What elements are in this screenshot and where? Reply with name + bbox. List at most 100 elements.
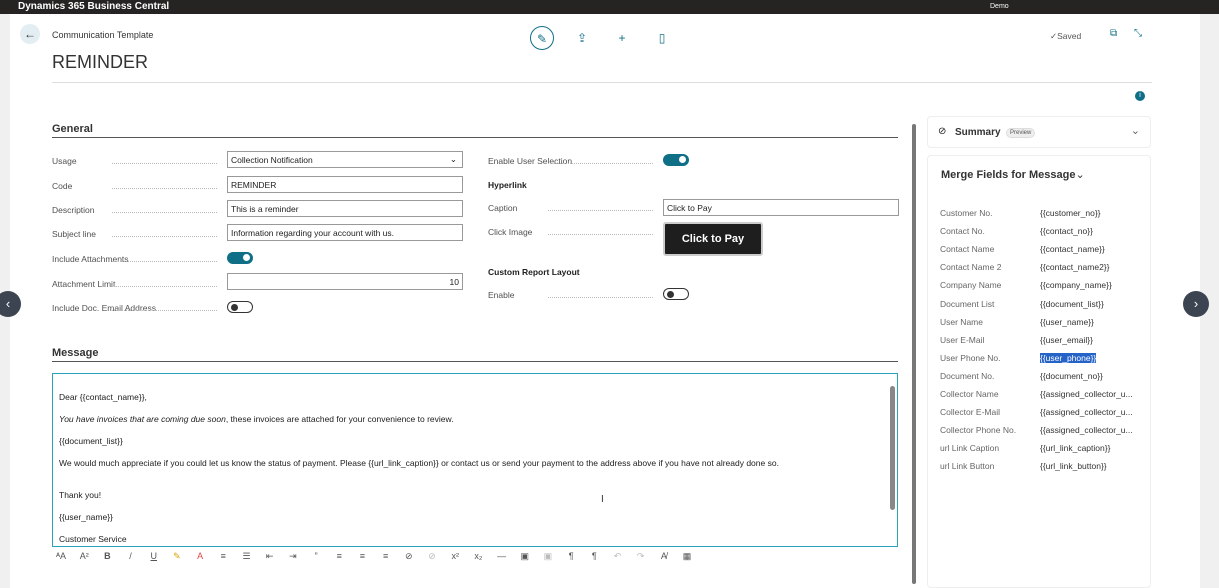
merge-field-value[interactable]: {{contact_name}} bbox=[1040, 244, 1105, 254]
align-center-icon[interactable]: ≡ bbox=[353, 551, 371, 561]
custom-report-heading: Custom Report Layout bbox=[488, 267, 580, 277]
caption-input[interactable]: Click to Pay bbox=[663, 199, 899, 216]
collapse-icon[interactable]: ⤡ bbox=[1134, 28, 1142, 39]
underline-icon[interactable]: U bbox=[145, 551, 163, 561]
merge-field-value[interactable]: {{url_link_caption}} bbox=[1040, 443, 1110, 453]
clear-format-icon[interactable]: A̸ bbox=[655, 551, 673, 561]
merge-field-value[interactable]: {{assigned_collector_u... bbox=[1040, 389, 1133, 399]
merge-field-value[interactable]: {{contact_no}} bbox=[1040, 226, 1093, 236]
share-icon[interactable]: ⇪ bbox=[570, 26, 594, 50]
summary-icon: ⊘ bbox=[938, 126, 947, 137]
usage-select[interactable]: Collection Notification ⌄ bbox=[227, 151, 463, 168]
ltr-icon[interactable]: ¶ bbox=[562, 551, 580, 561]
merge-field-label: Document List bbox=[940, 298, 995, 309]
table-icon[interactable]: ▦ bbox=[678, 551, 696, 562]
merge-field-value[interactable]: {{document_no}} bbox=[1040, 371, 1103, 381]
redo-icon[interactable]: ↷ bbox=[632, 551, 650, 562]
message-line: {{user_name}} bbox=[59, 512, 113, 522]
app-topbar: Dynamics 365 Business Central Demo bbox=[0, 0, 1219, 14]
strikethrough-icon[interactable]: — bbox=[493, 551, 511, 561]
undo-icon[interactable]: ↶ bbox=[609, 551, 627, 562]
highlight-icon[interactable]: ✎ bbox=[168, 551, 186, 562]
merge-field-value[interactable]: {{assigned_collector_u... bbox=[1040, 407, 1133, 417]
subject-input[interactable]: Information regarding your account with … bbox=[227, 224, 463, 241]
editor-toolbar: ᴬA A² B / U ✎ A ≡ ☰ ⇤ ⇥ ” ≡ ≡ ≡ ⊘ ⊘ x² x₂ — ▣ ▣ ¶ ¶ ↶ ↷ A̸ ▦ bbox=[52, 551, 701, 562]
font-color-icon[interactable]: A bbox=[191, 551, 209, 561]
image-edit-icon[interactable]: ▣ bbox=[539, 551, 557, 562]
click-image-label: Click Image bbox=[488, 227, 658, 237]
summary-title: Summary bbox=[955, 127, 1001, 138]
merge-field-label: Contact No. bbox=[940, 226, 985, 237]
message-heading: Message bbox=[52, 347, 99, 359]
font-style-icon[interactable]: A² bbox=[75, 551, 93, 561]
usage-label: Usage bbox=[52, 156, 222, 166]
unlink-icon[interactable]: ⊘ bbox=[423, 551, 441, 562]
merge-field-label: User Phone No. bbox=[940, 352, 1001, 363]
subscript-icon[interactable]: x₂ bbox=[469, 551, 487, 561]
align-left-icon[interactable]: ≡ bbox=[330, 551, 348, 561]
text-cursor-icon: I bbox=[601, 494, 604, 505]
bullet-list-icon[interactable]: ≡ bbox=[214, 551, 232, 561]
chevron-down-icon[interactable]: ⌄ bbox=[1131, 124, 1140, 137]
merge-field-label: Contact Name 2 bbox=[940, 262, 1002, 273]
divider bbox=[52, 137, 898, 138]
align-right-icon[interactable]: ≡ bbox=[377, 551, 395, 561]
message-text: , these invoices are attached for your c… bbox=[225, 414, 454, 424]
summary-panel[interactable]: ⊘ Summary Preview ⌄ bbox=[927, 116, 1151, 148]
page-scrollbar[interactable] bbox=[912, 124, 916, 584]
code-input[interactable]: REMINDER bbox=[227, 176, 463, 193]
custom-report-enable-toggle[interactable] bbox=[663, 288, 689, 300]
message-line: You have invoices that are coming due so… bbox=[59, 414, 891, 424]
merge-field-value[interactable]: {{assigned_collector_u... bbox=[1040, 425, 1133, 435]
include-doc-email-label: Include Doc. Email Address bbox=[52, 303, 222, 313]
message-line: We would much appreciate if you could le… bbox=[59, 458, 779, 468]
merge-field-value[interactable]: {{user_name}} bbox=[1040, 317, 1094, 327]
include-attachments-toggle[interactable] bbox=[227, 252, 253, 264]
info-icon[interactable]: i bbox=[1135, 91, 1145, 101]
description-input[interactable]: This is a reminder bbox=[227, 200, 463, 217]
company-name[interactable]: Demo bbox=[990, 3, 1009, 10]
italic-icon[interactable]: / bbox=[122, 551, 140, 561]
description-label: Description bbox=[52, 205, 222, 215]
numbered-list-icon[interactable]: ☰ bbox=[238, 551, 256, 562]
superscript-icon[interactable]: x² bbox=[446, 551, 464, 561]
delete-icon[interactable]: ▯ bbox=[650, 26, 674, 50]
quote-icon[interactable]: ” bbox=[307, 551, 325, 561]
attachment-limit-input[interactable]: 10 bbox=[227, 273, 463, 290]
link-icon[interactable]: ⊘ bbox=[400, 551, 418, 562]
merge-field-value[interactable]: {{user_email}} bbox=[1040, 335, 1093, 345]
back-button[interactable]: ← bbox=[20, 24, 40, 44]
merge-field-value[interactable]: {{customer_no}} bbox=[1040, 208, 1101, 218]
enable-user-selection-toggle[interactable] bbox=[663, 154, 689, 166]
include-doc-email-toggle[interactable] bbox=[227, 301, 253, 313]
merge-fields-panel: Merge Fields for Message⌄ Customer No. {{… bbox=[927, 155, 1151, 588]
merge-field-label: Contact Name bbox=[940, 244, 995, 255]
merge-field-label: url Link Button bbox=[940, 461, 995, 472]
bold-icon[interactable]: B bbox=[98, 551, 116, 561]
font-size-icon[interactable]: ᴬA bbox=[52, 551, 70, 561]
merge-field-value[interactable]: {{user_phone}} bbox=[1040, 352, 1097, 363]
open-new-window-icon[interactable]: ⧉ bbox=[1110, 28, 1117, 39]
image-icon[interactable]: ▣ bbox=[516, 551, 534, 562]
merge-field-value[interactable]: {{contact_name2}} bbox=[1040, 262, 1109, 272]
rtl-icon[interactable]: ¶ bbox=[585, 551, 603, 561]
merge-field-value[interactable]: {{url_link_button}} bbox=[1040, 461, 1107, 471]
merge-field-value[interactable]: {{document_list}} bbox=[1040, 299, 1104, 309]
divider bbox=[52, 82, 1152, 83]
edit-icon[interactable]: ✎ bbox=[530, 26, 554, 50]
message-scrollbar[interactable] bbox=[890, 386, 895, 510]
chevron-down-icon: ⌄ bbox=[449, 154, 457, 164]
merge-field-label: Customer No. bbox=[940, 208, 993, 218]
merge-field-value[interactable]: {{company_name}} bbox=[1040, 280, 1112, 290]
message-editor[interactable]: Dear {{contact_name}}, You have invoices… bbox=[52, 373, 898, 547]
outdent-icon[interactable]: ⇤ bbox=[261, 551, 279, 562]
add-icon[interactable]: + bbox=[610, 26, 634, 50]
merge-field-label: User E-Mail bbox=[940, 334, 985, 345]
indent-icon[interactable]: ⇥ bbox=[284, 551, 302, 562]
page-title: REMINDER bbox=[52, 52, 149, 72]
merge-fields-title[interactable]: Merge Fields for Message⌄ bbox=[941, 168, 1085, 181]
next-record-button[interactable]: › bbox=[1183, 291, 1209, 317]
usage-value: Collection Notification bbox=[231, 155, 313, 165]
enable-user-selection-label: Enable User Selection bbox=[488, 156, 658, 166]
click-to-pay-image[interactable]: Click to Pay bbox=[663, 222, 763, 256]
